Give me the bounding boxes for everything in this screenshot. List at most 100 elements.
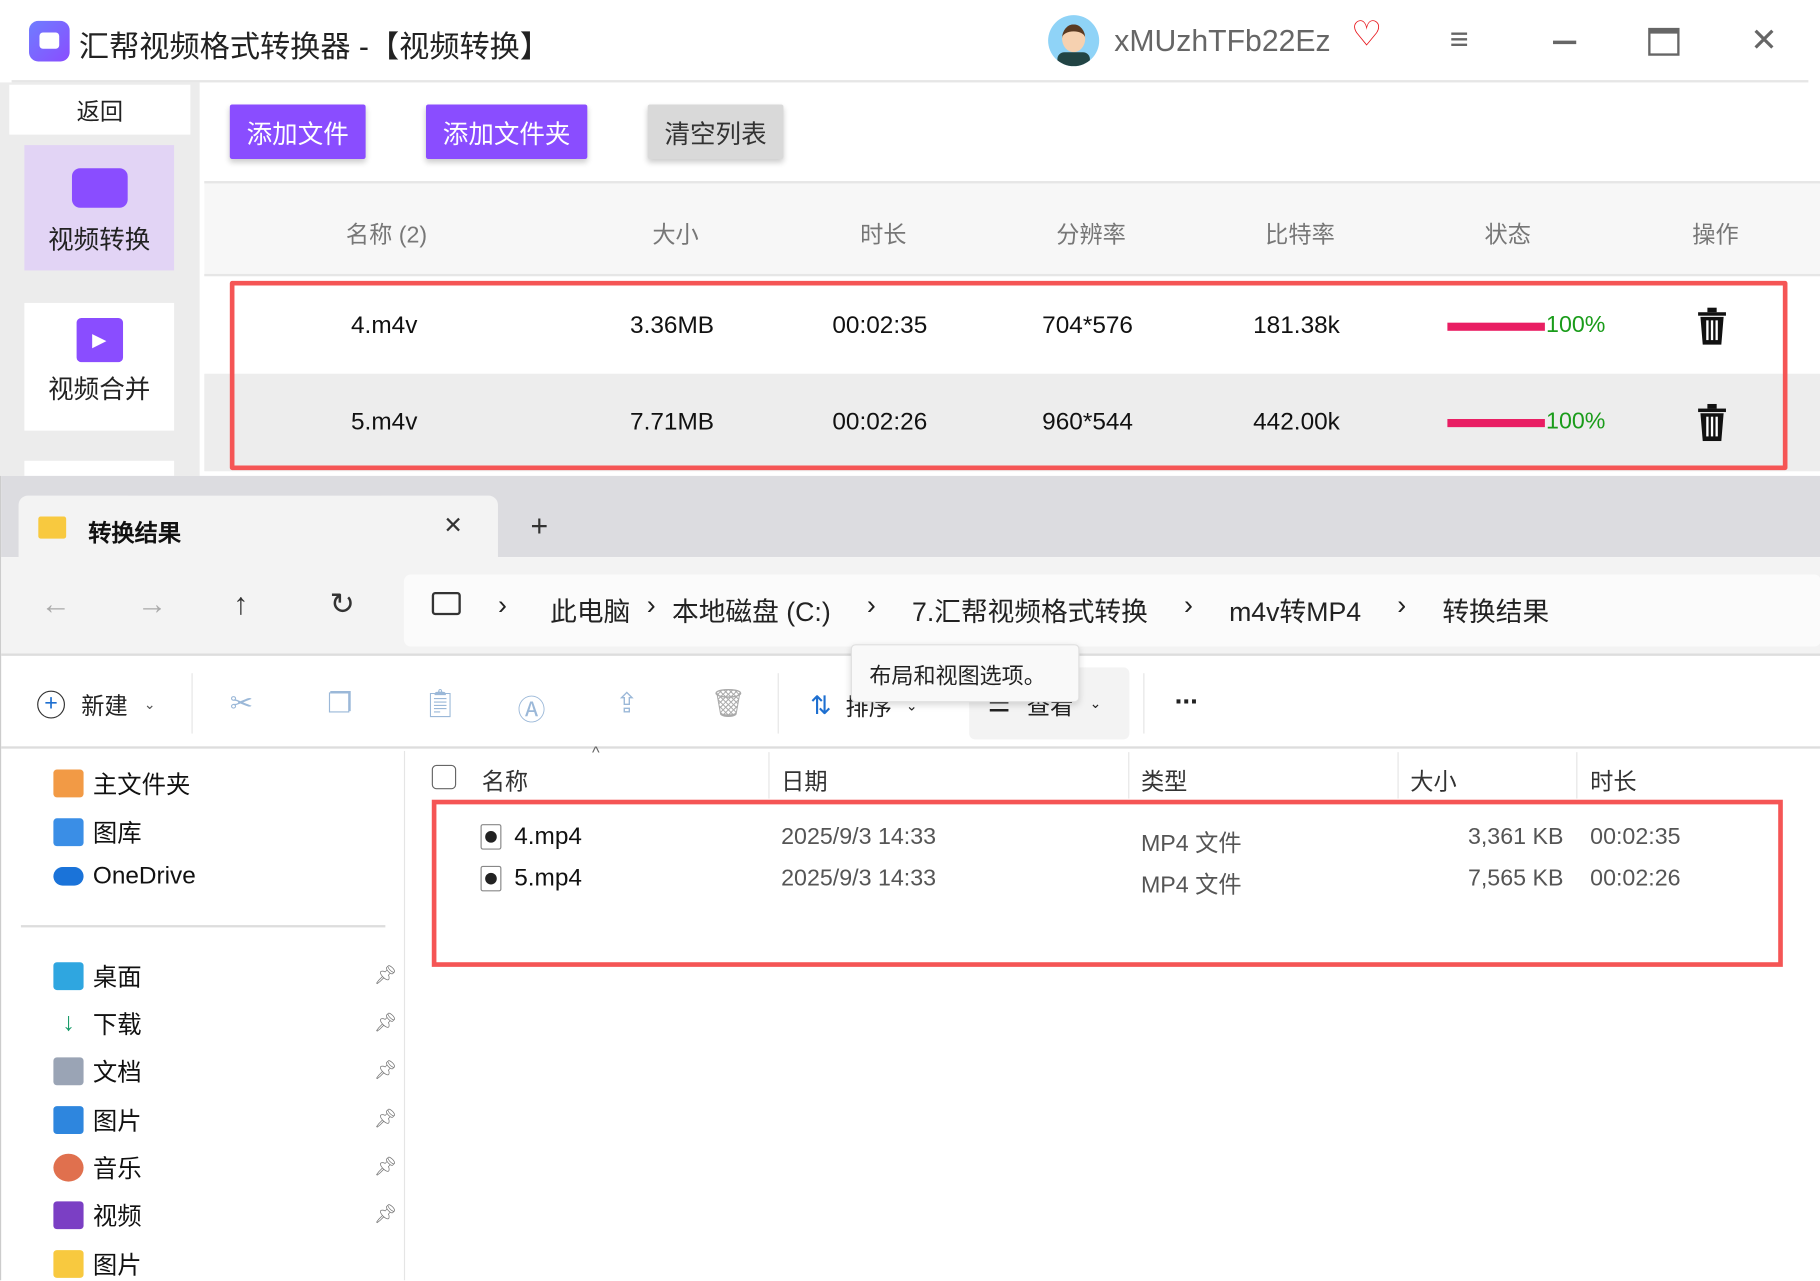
file-col-size[interactable]: 大小 bbox=[1410, 763, 1456, 797]
forward-arrow-icon[interactable]: → bbox=[137, 586, 167, 622]
pin-icon[interactable]: 📌︎ bbox=[374, 963, 398, 986]
breadcrumb: › 此电脑 › 本地磁盘 (C:) › 7.汇帮视频格式转换 › m4v转MP4… bbox=[498, 590, 1549, 629]
highlight-box bbox=[431, 799, 1783, 967]
col-status[interactable]: 状态 bbox=[1485, 216, 1531, 250]
highlight-box bbox=[229, 280, 1788, 471]
refresh-icon[interactable]: ↻ bbox=[330, 586, 355, 622]
breadcrumb-item[interactable]: 转换结果 bbox=[1442, 590, 1549, 629]
back-button[interactable]: 返回 bbox=[9, 84, 191, 135]
nav-item-downloads[interactable]: ↓ 下载 bbox=[53, 1006, 142, 1041]
breadcrumb-separator: › bbox=[866, 589, 876, 620]
share-icon[interactable]: ⇪ bbox=[615, 687, 638, 721]
breadcrumb-item[interactable]: 本地磁盘 (C:) bbox=[672, 590, 831, 629]
pin-icon[interactable]: 📌︎ bbox=[374, 1202, 398, 1225]
file-col-duration[interactable]: 时长 bbox=[1590, 763, 1636, 797]
nav-label: 音乐 bbox=[92, 1156, 142, 1183]
tab-close-icon[interactable]: ✕ bbox=[443, 511, 462, 540]
music-icon bbox=[53, 1153, 84, 1182]
maximize-icon[interactable] bbox=[1648, 27, 1680, 56]
sidebar-item-video-convert[interactable]: 视频转换 bbox=[24, 145, 175, 271]
nav-item-onedrive[interactable]: OneDrive bbox=[53, 862, 196, 890]
breadcrumb-item[interactable]: 7.汇帮视频格式转换 bbox=[912, 590, 1148, 629]
breadcrumb-separator: › bbox=[1183, 589, 1193, 620]
divider bbox=[11, 80, 1809, 83]
nav-item-pictures-folder[interactable]: 图片 bbox=[53, 1247, 142, 1281]
nav-item-gallery[interactable]: 图库 bbox=[53, 815, 142, 850]
breadcrumb-separator: › bbox=[646, 589, 656, 620]
table-header bbox=[204, 181, 1820, 277]
col-duration[interactable]: 时长 bbox=[860, 216, 906, 250]
avatar[interactable] bbox=[1048, 15, 1100, 67]
nav-label: OneDrive bbox=[92, 862, 196, 890]
tab-title: 转换结果 bbox=[88, 521, 182, 547]
file-col-name[interactable]: 名称 bbox=[482, 763, 528, 797]
toolbar-divider bbox=[191, 673, 193, 734]
column-divider bbox=[1128, 752, 1130, 799]
add-file-button[interactable]: 添加文件 bbox=[229, 104, 366, 160]
nav-label: 图库 bbox=[92, 820, 142, 848]
gallery-icon bbox=[53, 818, 84, 847]
pin-icon[interactable]: 📌︎ bbox=[374, 1155, 398, 1178]
nav-item-home[interactable]: 主文件夹 bbox=[53, 766, 190, 801]
nav-label: 视频 bbox=[92, 1203, 142, 1231]
vip-heart-icon[interactable]: ♡ bbox=[1351, 14, 1382, 55]
nav-item-documents[interactable]: 文档 bbox=[53, 1054, 142, 1089]
toolbar-divider bbox=[777, 673, 779, 734]
more-options-button[interactable]: ... bbox=[1175, 679, 1198, 711]
tooltip: 布局和视图选项。 bbox=[850, 644, 1080, 703]
nav-item-pictures[interactable]: 图片 bbox=[53, 1103, 142, 1138]
desktop-icon bbox=[53, 962, 84, 991]
breadcrumb-separator: › bbox=[1397, 589, 1407, 620]
col-bitrate[interactable]: 比特率 bbox=[1265, 216, 1335, 250]
chevron-down-icon: ⌄ bbox=[143, 695, 156, 713]
back-label: 返回 bbox=[76, 99, 124, 126]
new-label: 新建 bbox=[81, 694, 128, 720]
nav-item-music[interactable]: 音乐 bbox=[53, 1150, 142, 1185]
sidebar-item-partial bbox=[24, 460, 175, 478]
up-arrow-icon[interactable]: ↑ bbox=[233, 586, 248, 622]
add-folder-button[interactable]: 添加文件夹 bbox=[425, 104, 588, 160]
nav-label: 图片 bbox=[92, 1252, 142, 1280]
pin-icon[interactable]: 📌︎ bbox=[374, 1059, 398, 1082]
pictures-icon bbox=[53, 1106, 84, 1135]
username[interactable]: xMUzhTFb22Ez bbox=[1114, 23, 1330, 59]
nav-label: 文档 bbox=[92, 1059, 142, 1087]
select-all-checkbox[interactable] bbox=[431, 764, 457, 790]
close-icon[interactable]: ✕ bbox=[1750, 21, 1777, 59]
paste-icon[interactable]: 📋︎ bbox=[422, 687, 457, 721]
col-resolution[interactable]: 分辨率 bbox=[1056, 216, 1126, 250]
window-title: 汇帮视频格式转换器 -【视频转换】 bbox=[78, 29, 551, 64]
menu-icon[interactable]: ≡ bbox=[1450, 21, 1469, 58]
breadcrumb-item[interactable]: 此电脑 bbox=[550, 590, 630, 629]
sidebar-item-video-merge[interactable]: ▶ 视频合并 bbox=[24, 302, 175, 431]
video-merge-icon: ▶ bbox=[76, 318, 123, 363]
col-name[interactable]: 名称 (2) bbox=[346, 216, 427, 250]
clear-list-button[interactable]: 清空列表 bbox=[647, 104, 784, 160]
back-arrow-icon[interactable]: ← bbox=[41, 586, 71, 622]
column-divider bbox=[1576, 752, 1578, 799]
nav-label: 桌面 bbox=[92, 964, 142, 992]
col-size[interactable]: 大小 bbox=[652, 216, 698, 250]
nav-item-videos[interactable]: 视频 bbox=[53, 1198, 142, 1233]
nav-label: 主文件夹 bbox=[92, 771, 191, 799]
nav-item-desktop[interactable]: 桌面 bbox=[53, 959, 142, 994]
sidebar-label: 视频转换 bbox=[48, 225, 151, 255]
pin-icon[interactable]: 📌︎ bbox=[374, 1107, 398, 1130]
copy-icon[interactable]: ❐ bbox=[327, 687, 352, 721]
pin-icon[interactable]: 📌︎ bbox=[374, 1011, 398, 1034]
sidebar-label: 视频合并 bbox=[48, 374, 151, 404]
nav-pane-divider bbox=[403, 750, 406, 1281]
new-tab-icon[interactable]: + bbox=[530, 508, 548, 544]
nav-label: 下载 bbox=[92, 1012, 142, 1039]
folder-icon bbox=[38, 516, 67, 539]
sort-icon: ⇅ bbox=[810, 690, 832, 720]
minimize-icon[interactable] bbox=[1553, 40, 1577, 45]
rename-icon[interactable]: Ⓐ bbox=[518, 687, 546, 728]
download-icon: ↓ bbox=[62, 1007, 75, 1037]
cut-icon[interactable]: ✂ bbox=[230, 687, 253, 721]
file-col-type[interactable]: 类型 bbox=[1141, 763, 1187, 797]
new-button[interactable]: + 新建 ⌄ bbox=[37, 687, 156, 721]
file-col-date[interactable]: 日期 bbox=[781, 763, 827, 797]
delete-icon[interactable]: 🗑︎ bbox=[710, 687, 745, 721]
breadcrumb-item[interactable]: m4v转MP4 bbox=[1229, 590, 1361, 629]
